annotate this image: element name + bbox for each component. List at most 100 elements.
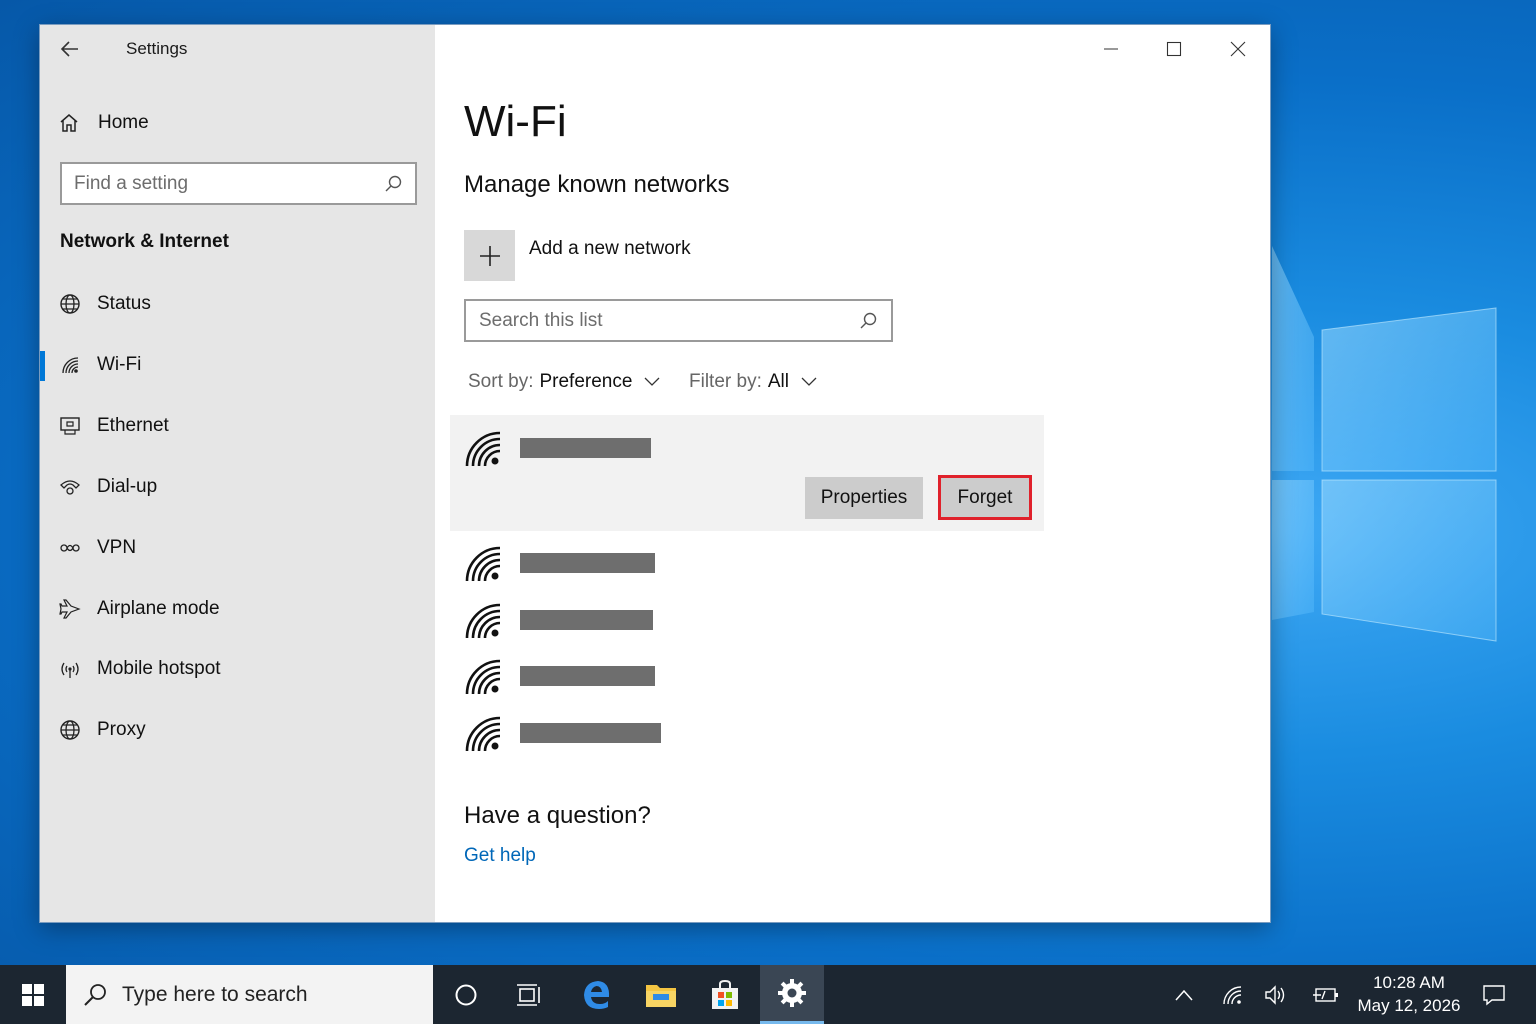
battery-icon — [1313, 987, 1338, 1002]
settings-window: Settings Home Network & Internet Status — [40, 25, 1270, 922]
window-title: Settings — [126, 39, 188, 58]
add-network-row[interactable]: Add a new network — [464, 230, 691, 281]
sidebar-item-label: Status — [97, 293, 151, 314]
home-icon — [60, 114, 78, 132]
windows-start-icon — [22, 983, 44, 1006]
section-header: Network & Internet — [60, 231, 229, 252]
network-item[interactable] — [464, 543, 655, 583]
back-arrow-icon — [60, 41, 78, 57]
cortana-button[interactable] — [434, 965, 498, 1024]
minimize-icon — [1104, 48, 1118, 50]
battery-tray-button[interactable] — [1308, 965, 1344, 1024]
back-button[interactable] — [58, 37, 86, 61]
minimize-button[interactable] — [1089, 33, 1133, 65]
sidebar-item-proxy[interactable]: Proxy — [40, 708, 435, 752]
network-name-redacted — [520, 553, 655, 573]
gear-icon — [778, 979, 806, 1007]
search-list-input[interactable] — [479, 309, 858, 332]
edge-browser-button[interactable] — [565, 965, 629, 1024]
sort-key: Sort by: — [468, 371, 534, 392]
sort-dropdown[interactable]: Sort by: Preference — [468, 371, 660, 393]
folder-icon — [646, 984, 676, 1007]
file-explorer-button[interactable] — [629, 965, 693, 1024]
sidebar: Settings Home Network & Internet Status — [40, 25, 435, 922]
speaker-icon — [1265, 984, 1285, 1005]
sidebar-item-label: Airplane mode — [97, 598, 220, 619]
volume-tray-button[interactable] — [1260, 965, 1292, 1024]
network-item[interactable] — [464, 428, 651, 468]
store-button[interactable] — [693, 965, 757, 1024]
wifi-icon — [1223, 985, 1242, 1004]
sidebar-item-label: Ethernet — [97, 415, 169, 436]
get-help-link[interactable]: Get help — [464, 845, 536, 867]
taskbar-search[interactable]: Type here to search — [66, 965, 433, 1024]
filter-value: All — [767, 371, 789, 392]
taskbar: Type here to search 10:28 AM May 12, 202… — [0, 965, 1536, 1024]
add-network-button[interactable] — [464, 230, 515, 281]
clock-date: May 12, 2026 — [1357, 996, 1461, 1015]
wifi-signal-icon — [465, 716, 501, 752]
sidebar-item-airplane-mode[interactable]: Airplane mode — [40, 587, 435, 631]
wifi-signal-icon — [465, 603, 501, 639]
network-item[interactable] — [464, 656, 655, 696]
search-icon[interactable] — [383, 174, 403, 194]
hotspot-icon — [58, 657, 82, 681]
properties-button[interactable]: Properties — [805, 477, 923, 519]
sidebar-item-mobile-hotspot[interactable]: Mobile hotspot — [40, 647, 435, 691]
page-title: Wi-Fi — [464, 97, 567, 146]
maximize-button[interactable] — [1152, 33, 1196, 65]
task-view-button[interactable] — [498, 965, 562, 1024]
forget-button[interactable]: Forget — [938, 475, 1032, 520]
sidebar-item-label: Proxy — [97, 719, 146, 740]
sidebar-item-label: Mobile hotspot — [97, 658, 221, 679]
taskbar-search-placeholder: Type here to search — [122, 982, 308, 1006]
chevron-down-icon — [644, 377, 660, 386]
find-setting-search — [60, 162, 417, 205]
sidebar-item-label: Wi-Fi — [97, 354, 142, 375]
section-subtitle: Manage known networks — [464, 171, 730, 198]
airplane-icon — [58, 597, 82, 621]
close-icon — [1230, 41, 1246, 57]
network-item[interactable] — [464, 600, 653, 640]
sidebar-item-label: Home — [98, 112, 149, 133]
clock-time: 10:28 AM — [1373, 973, 1445, 992]
sidebar-item-label: Dial-up — [97, 476, 158, 497]
show-hidden-icons-button[interactable] — [1170, 965, 1198, 1024]
search-icon — [84, 983, 106, 1006]
wifi-icon — [58, 353, 82, 377]
sort-value: Preference — [539, 371, 633, 392]
store-icon — [712, 979, 738, 1009]
settings-app-button[interactable] — [760, 965, 824, 1024]
wifi-signal-icon — [465, 546, 501, 582]
sidebar-item-ethernet[interactable]: Ethernet — [40, 404, 435, 448]
ethernet-icon — [58, 414, 82, 438]
sidebar-item-home[interactable]: Home — [58, 109, 149, 137]
list-search — [464, 299, 893, 342]
task-view-icon — [517, 983, 540, 1006]
sidebar-item-label: VPN — [97, 537, 137, 558]
network-tray-button[interactable] — [1216, 965, 1248, 1024]
action-center-button[interactable] — [1476, 965, 1512, 1024]
network-name-redacted — [520, 438, 651, 458]
maximize-icon — [1166, 41, 1182, 57]
network-item[interactable] — [464, 713, 661, 753]
filter-key: Filter by: — [689, 371, 762, 392]
network-name-redacted — [520, 610, 653, 630]
search-icon[interactable] — [858, 311, 878, 331]
sidebar-item-wifi[interactable]: Wi-Fi — [40, 343, 435, 387]
notification-icon — [1483, 984, 1505, 1005]
start-button[interactable] — [0, 965, 66, 1024]
network-name-redacted — [520, 723, 661, 743]
wifi-signal-icon — [465, 431, 501, 467]
filter-dropdown[interactable]: Filter by: All — [689, 371, 817, 393]
taskbar-clock[interactable]: 10:28 AM May 12, 2026 — [1345, 971, 1473, 1017]
globe-icon — [58, 718, 82, 742]
close-button[interactable] — [1216, 33, 1260, 65]
chevron-up-icon — [1175, 989, 1193, 1000]
sidebar-item-vpn[interactable]: VPN — [40, 526, 435, 570]
sidebar-item-dialup[interactable]: Dial-up — [40, 465, 435, 509]
find-setting-input[interactable] — [74, 172, 383, 195]
edge-icon — [584, 980, 610, 1009]
sidebar-item-status[interactable]: Status — [40, 282, 435, 326]
chevron-down-icon — [801, 377, 817, 386]
